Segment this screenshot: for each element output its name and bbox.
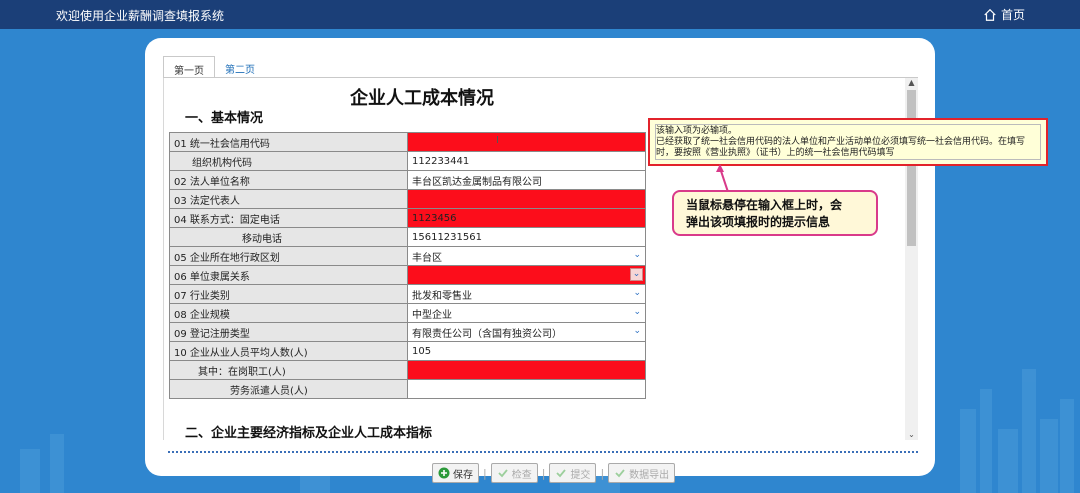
scroll-up-icon[interactable]: ▲: [905, 78, 918, 88]
scroll-thumb[interactable]: [907, 90, 916, 246]
table-row: 07 行业类别 批发和零售业 ⌄: [169, 284, 646, 304]
field-label: 劳务派遣人员(人): [169, 379, 408, 399]
check-icon: [615, 469, 625, 478]
scale-select[interactable]: 中型企业 ⌄: [407, 303, 646, 323]
chevron-down-icon: ⌄: [633, 288, 641, 298]
toolbar-separator: |: [483, 466, 487, 480]
table-row: 04 联系方式：固定电话 1123456: [169, 208, 646, 228]
table-row: 05 企业所在地行政区划 丰台区 ⌄: [169, 246, 646, 266]
toolbar-separator: |: [600, 466, 605, 480]
legal-representative-input[interactable]: [407, 189, 646, 209]
table-row: 劳务派遣人员(人): [169, 379, 646, 399]
landline-input[interactable]: 1123456: [407, 208, 646, 228]
basic-info-table: 01 统一社会信用代码 I 组织机构代码 112233441 02 法人单位名称…: [169, 132, 646, 399]
field-label: 02 法人单位名称: [169, 170, 408, 190]
registration-type-select[interactable]: 有限责任公司（含国有独资公司） ⌄: [407, 322, 646, 342]
table-row: 08 企业规模 中型企业 ⌄: [169, 303, 646, 323]
field-label: 07 行业类别: [169, 284, 408, 304]
industry-select[interactable]: 批发和零售业 ⌄: [407, 284, 646, 304]
app-title: 欢迎使用企业薪酬调查填报系统: [56, 9, 225, 23]
tooltip-line-1: 该输入项为必输项。: [656, 126, 738, 136]
home-link[interactable]: 首页: [983, 6, 1025, 23]
industry-value: 批发和零售业: [412, 290, 472, 302]
chevron-down-icon: ⌄: [630, 268, 643, 281]
section-basic-info: 一、基本情况: [185, 111, 264, 126]
tooltip-line-2: 已经获取了统一社会信用代码的法人单位和产业活动单位必须填写统一社会信用代码。在填…: [656, 137, 1026, 158]
home-icon: [984, 8, 996, 21]
district-value: 丰台区: [412, 252, 442, 264]
field-label: 06 单位隶属关系: [169, 265, 408, 285]
field-label: 03 法定代表人: [169, 189, 408, 209]
tab-page-2[interactable]: 第二页: [215, 56, 265, 78]
callout-line-2: 弹出该项填报时的提示信息: [686, 215, 831, 229]
table-row: 02 法人单位名称 丰台区凯达金属制品有限公司: [169, 170, 646, 190]
page-tabs: 第一页 第二页: [163, 56, 265, 78]
table-row: 移动电话 15611231561: [169, 227, 646, 247]
table-row: 09 登记注册类型 有限责任公司（含国有独资公司） ⌄: [169, 322, 646, 342]
export-label: 数据导出: [629, 469, 670, 481]
registration-type-value: 有限责任公司（含国有独资公司）: [412, 328, 562, 340]
affiliation-select[interactable]: ⌄: [407, 265, 646, 285]
save-label: 保存: [453, 469, 473, 481]
scale-value: 中型企业: [412, 309, 452, 321]
chevron-down-icon: ⌄: [633, 326, 641, 336]
top-bar: 欢迎使用企业薪酬调查填报系统 首页: [0, 0, 1080, 29]
district-select[interactable]: 丰台区 ⌄: [407, 246, 646, 266]
avg-employees-input[interactable]: 105: [407, 341, 646, 361]
submit-label: 提交: [570, 469, 591, 481]
save-button[interactable]: 保存: [432, 463, 479, 483]
field-label: 10 企业从业人员平均人数(人): [169, 341, 408, 361]
check-label: 检查: [511, 469, 532, 481]
field-label: 08 企业规模: [169, 303, 408, 323]
chevron-down-icon: ⌄: [633, 250, 641, 260]
field-label: 移动电话: [169, 227, 408, 247]
check-icon: [498, 469, 508, 478]
field-label: 05 企业所在地行政区划: [169, 246, 408, 266]
chevron-down-icon: ⌄: [633, 307, 641, 317]
credit-code-input[interactable]: I: [407, 132, 646, 152]
text-cursor-icon: I: [496, 135, 499, 146]
mobile-input[interactable]: 15611231561: [407, 227, 646, 247]
dispatched-staff-input[interactable]: [407, 379, 646, 399]
org-code-input[interactable]: 112233441: [407, 151, 646, 171]
plus-circle-icon: [438, 467, 450, 479]
check-button[interactable]: 检查: [490, 463, 538, 483]
field-label: 01 统一社会信用代码: [169, 132, 408, 152]
export-button[interactable]: 数据导出: [608, 463, 676, 483]
field-label: 04 联系方式：固定电话: [169, 208, 408, 228]
table-row: 01 统一社会信用代码 I: [169, 132, 646, 152]
section-economic-indicators: 二、企业主要经济指标及企业人工成本指标: [185, 426, 433, 441]
check-icon: [556, 469, 567, 478]
action-toolbar: 保存 | 检查 | 提交 | 数据导出: [432, 463, 676, 483]
toolbar-separator: |: [541, 466, 546, 480]
legal-entity-name-input[interactable]: 丰台区凯达金属制品有限公司: [407, 170, 646, 190]
table-row: 03 法定代表人: [169, 189, 646, 209]
table-row: 其中：在岗职工(人): [169, 360, 646, 380]
field-label: 其中：在岗职工(人): [169, 360, 408, 380]
table-row: 组织机构代码 112233441: [169, 151, 646, 171]
tab-page-1[interactable]: 第一页: [163, 56, 215, 78]
footer-divider: [168, 451, 918, 453]
submit-button[interactable]: 提交: [549, 463, 597, 483]
page-title: 企业人工成本情况: [350, 88, 494, 109]
scroll-down-icon[interactable]: ⌄: [905, 430, 918, 440]
table-row: 10 企业从业人员平均人数(人) 105: [169, 341, 646, 361]
field-label: 组织机构代码: [169, 151, 408, 171]
home-label: 首页: [1001, 8, 1026, 22]
onpost-staff-input[interactable]: [407, 360, 646, 380]
field-label: 09 登记注册类型: [169, 322, 408, 342]
callout-line-1: 当鼠标悬停在输入框上时，会: [686, 198, 843, 212]
table-row: 06 单位隶属关系 ⌄: [169, 265, 646, 285]
field-hint-tooltip: 该输入项为必输项。 已经获取了统一社会信用代码的法人单位和产业活动单位必须填写统…: [648, 118, 1048, 166]
annotation-callout: 当鼠标悬停在输入框上时，会 弹出该项填报时的提示信息: [672, 190, 878, 236]
